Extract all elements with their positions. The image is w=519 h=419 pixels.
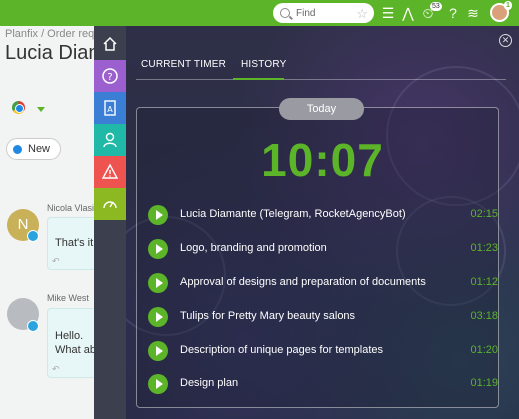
- entry-duration: 01:23: [470, 242, 498, 254]
- notifications-badge: 53: [430, 2, 442, 11]
- close-icon[interactable]: ✕: [499, 34, 512, 47]
- active-tab-indicator: [233, 78, 284, 80]
- search-box[interactable]: Find ☆: [273, 3, 374, 23]
- home-icon[interactable]: [94, 28, 126, 60]
- entry-title[interactable]: Tulips for Pretty Mary beauty salons: [180, 310, 355, 322]
- search-input[interactable]: Find: [296, 8, 356, 19]
- browser-icon: [12, 101, 25, 114]
- menu-icon[interactable]: ☰: [381, 4, 395, 22]
- history-entry[interactable]: Design plan 01:19: [148, 373, 498, 395]
- entry-title[interactable]: Design plan: [180, 377, 238, 389]
- warning-icon[interactable]: [94, 156, 126, 188]
- help-icon[interactable]: ?: [94, 60, 126, 92]
- app-root: Find ☆ ☰ ⋀ ⏲ 53 ? ≋ 1 Planfix / Order re…: [0, 0, 519, 419]
- entry-title[interactable]: Logo, branding and promotion: [180, 242, 327, 254]
- telegram-icon: [27, 230, 39, 242]
- svg-text:A: A: [107, 105, 113, 114]
- favorite-star-icon[interactable]: ☆: [356, 7, 368, 20]
- breadcrumb[interactable]: Planfix / Order requ: [5, 28, 100, 40]
- entry-duration: 01:20: [470, 344, 498, 356]
- total-time: 10:07: [261, 134, 384, 186]
- day-label[interactable]: Today: [279, 98, 364, 120]
- tab-history[interactable]: HISTORY: [241, 59, 287, 70]
- top-bar: Find ☆ ☰ ⋀ ⏲ 53 ? ≋ 1: [0, 0, 519, 26]
- comment-author: Nicola Vlasi: [47, 203, 95, 213]
- entry-duration: 02:15: [470, 208, 498, 220]
- tab-current-timer[interactable]: CURRENT TIMER: [141, 59, 226, 70]
- road-icon[interactable]: ⋀: [401, 4, 415, 22]
- chevron-down-icon[interactable]: [37, 107, 45, 112]
- status-badge[interactable]: New: [6, 138, 62, 160]
- play-icon[interactable]: [148, 239, 168, 259]
- history-entry[interactable]: Tulips for Pretty Mary beauty salons 03:…: [148, 306, 498, 328]
- comment-author: Mike West: [47, 293, 89, 303]
- play-icon[interactable]: [148, 374, 168, 394]
- entry-title[interactable]: Description of unique pages for template…: [180, 344, 383, 356]
- alert-badge: 1: [504, 1, 512, 10]
- entry-duration: 01:12: [470, 276, 498, 288]
- play-icon[interactable]: [148, 205, 168, 225]
- timer-panel: ✕ CURRENT TIMER HISTORY Today 10:07 Luci…: [126, 26, 519, 419]
- status-label: New: [28, 143, 51, 155]
- status-dot-icon: [13, 144, 22, 154]
- telegram-icon: [27, 320, 39, 332]
- history-entry[interactable]: Approval of designs and preparation of d…: [148, 272, 498, 294]
- history-entry[interactable]: Lucia Diamante (Telegram, RocketAgencyBo…: [148, 204, 498, 226]
- comment-line: What ab: [55, 344, 96, 356]
- speedometer-icon[interactable]: [94, 188, 126, 220]
- play-icon[interactable]: [148, 273, 168, 293]
- entry-title[interactable]: Approval of designs and preparation of d…: [180, 276, 426, 288]
- notifications-icon[interactable]: ⏲ 53: [421, 2, 442, 22]
- user-icon[interactable]: [94, 124, 126, 156]
- history-entry[interactable]: Logo, branding and promotion 01:23: [148, 238, 498, 260]
- reply-icon[interactable]: ↶: [52, 256, 60, 267]
- play-icon[interactable]: [148, 341, 168, 361]
- svg-text:?: ?: [107, 72, 112, 83]
- entry-duration: 01:19: [470, 377, 498, 389]
- entry-duration: 03:18: [470, 310, 498, 322]
- history-entry[interactable]: Description of unique pages for template…: [148, 340, 498, 362]
- user-avatar[interactable]: 1: [490, 1, 512, 22]
- help-icon[interactable]: ?: [446, 4, 460, 22]
- timer-sidebar: ? A: [94, 26, 126, 419]
- reply-icon[interactable]: ↶: [52, 364, 60, 375]
- contacts-icon[interactable]: A: [94, 92, 126, 124]
- entry-title[interactable]: Lucia Diamante (Telegram, RocketAgencyBo…: [180, 208, 406, 220]
- comment-line: Hello.: [55, 330, 84, 342]
- search-icon: [280, 8, 290, 18]
- timer-tabs: CURRENT TIMER HISTORY: [136, 59, 506, 80]
- play-icon[interactable]: [148, 307, 168, 327]
- layers-icon[interactable]: ≋: [466, 4, 480, 22]
- avatar-initial: N: [17, 216, 29, 233]
